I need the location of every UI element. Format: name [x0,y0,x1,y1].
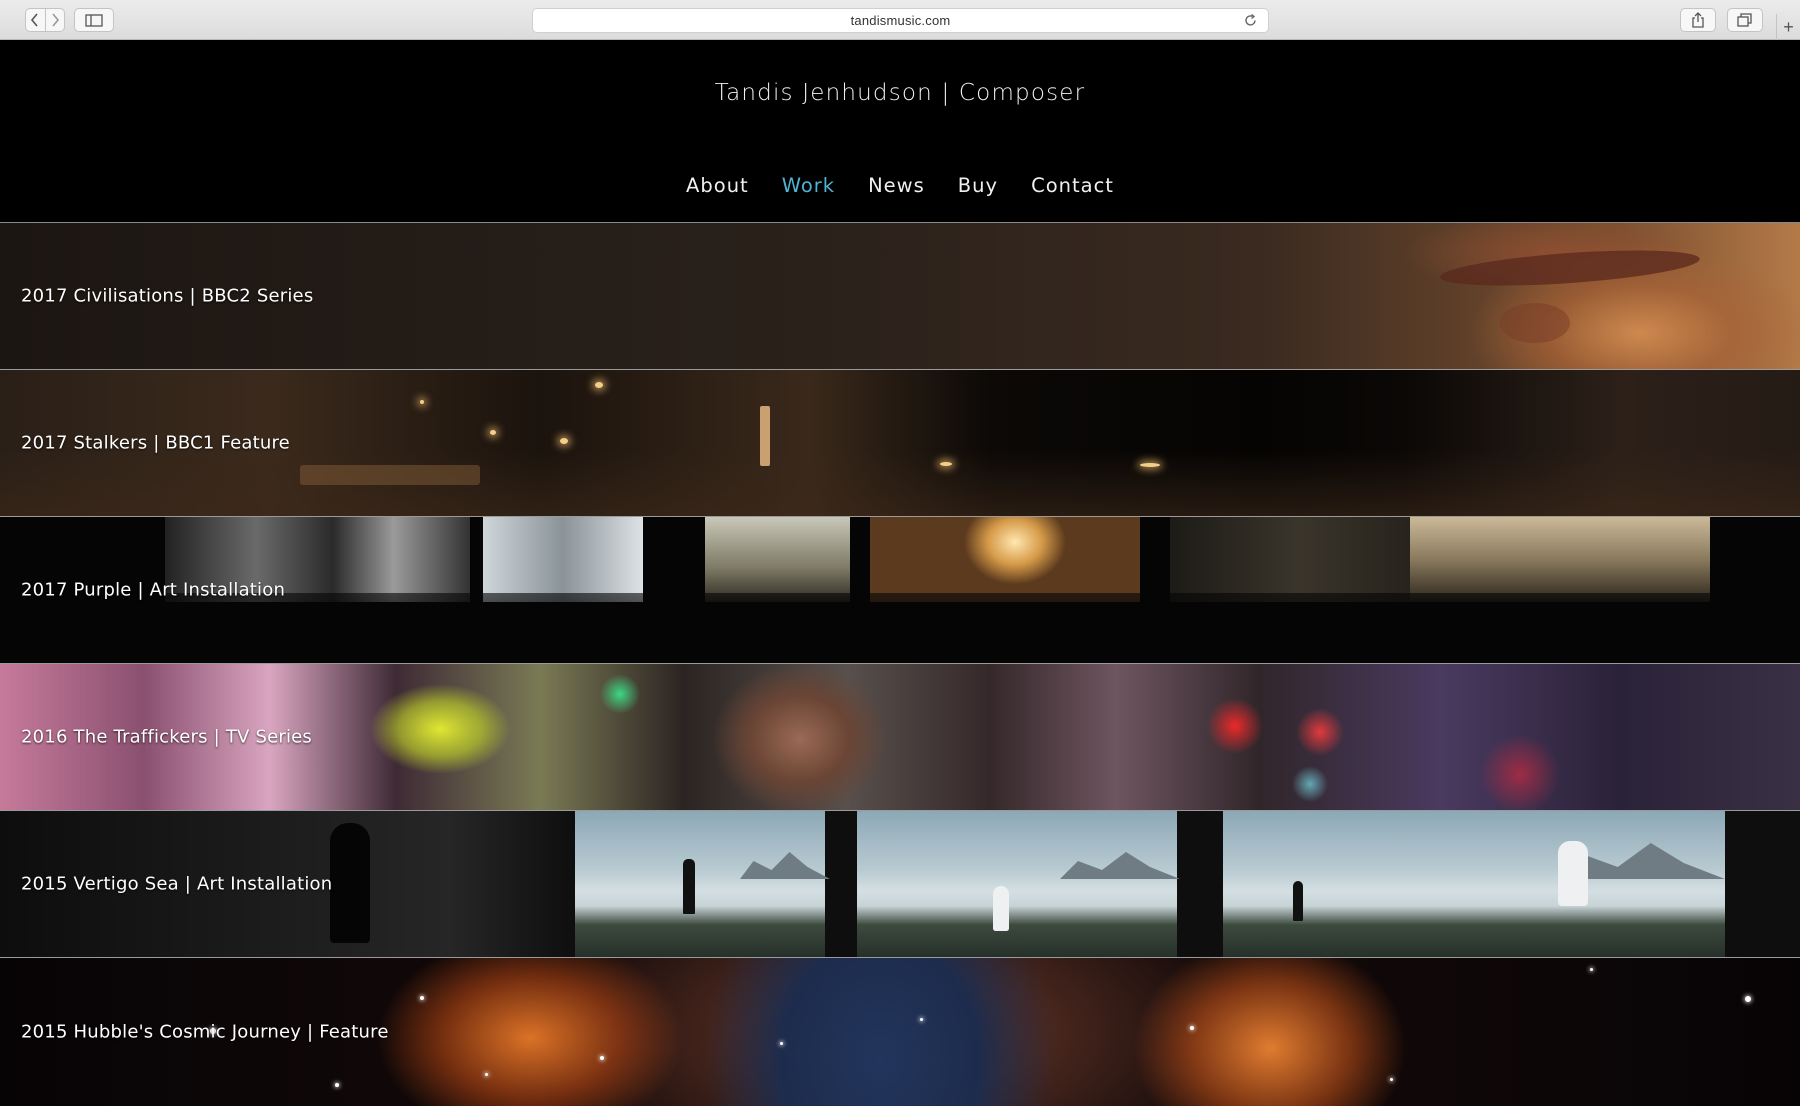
back-icon [31,13,38,27]
forward-button[interactable] [44,9,65,31]
tabs-icon [1737,13,1752,27]
new-tab-button[interactable]: + [1776,14,1800,40]
nav-about[interactable]: About [686,174,749,197]
back-button[interactable] [26,9,45,31]
nav-work[interactable]: Work [782,174,835,197]
work-title: 2015 Vertigo Sea | Art Installation [21,873,333,895]
nav-buy[interactable]: Buy [958,174,998,197]
work-list: 2017 Civilisations | BBC2 Series 2017 St… [0,223,1800,1106]
history-buttons [25,8,65,32]
nav-contact[interactable]: Contact [1031,174,1114,197]
forward-icon [52,13,59,27]
share-icon [1692,12,1704,28]
main-nav: About Work News Buy Contact [0,174,1800,197]
work-item-hubble[interactable]: 2015 Hubble's Cosmic Journey | Feature [0,958,1800,1106]
tabs-button[interactable] [1727,8,1763,32]
share-button[interactable] [1680,8,1716,32]
work-title: 2017 Civilisations | BBC2 Series [21,285,314,307]
address-bar[interactable]: tandismusic.com [532,8,1269,33]
work-item-stalkers[interactable]: 2017 Stalkers | BBC1 Feature [0,370,1800,517]
work-title: 2017 Stalkers | BBC1 Feature [21,432,290,454]
site-header: Tandis Jenhudson | Composer About Work N… [0,40,1800,223]
work-item-civilisations[interactable]: 2017 Civilisations | BBC2 Series [0,223,1800,370]
new-tab-icon: + [1783,16,1794,37]
site-title[interactable]: Tandis Jenhudson | Composer [0,80,1800,106]
reload-icon[interactable] [1243,13,1258,28]
work-title: 2016 The Traffickers | TV Series [21,726,313,748]
sidebar-button[interactable] [74,8,114,32]
sidebar-icon [85,13,103,27]
nav-news[interactable]: News [868,174,925,197]
work-item-traffickers[interactable]: 2016 The Traffickers | TV Series [0,664,1800,811]
work-title: 2017 Purple | Art Installation [21,579,286,601]
browser-toolbar: tandismusic.com + [0,0,1800,40]
url-text: tandismusic.com [850,13,951,28]
work-item-purple[interactable]: 2017 Purple | Art Installation [0,517,1800,664]
work-item-vertigo-sea[interactable]: 2015 Vertigo Sea | Art Installation [0,811,1800,958]
work-title: 2015 Hubble's Cosmic Journey | Feature [21,1021,389,1043]
